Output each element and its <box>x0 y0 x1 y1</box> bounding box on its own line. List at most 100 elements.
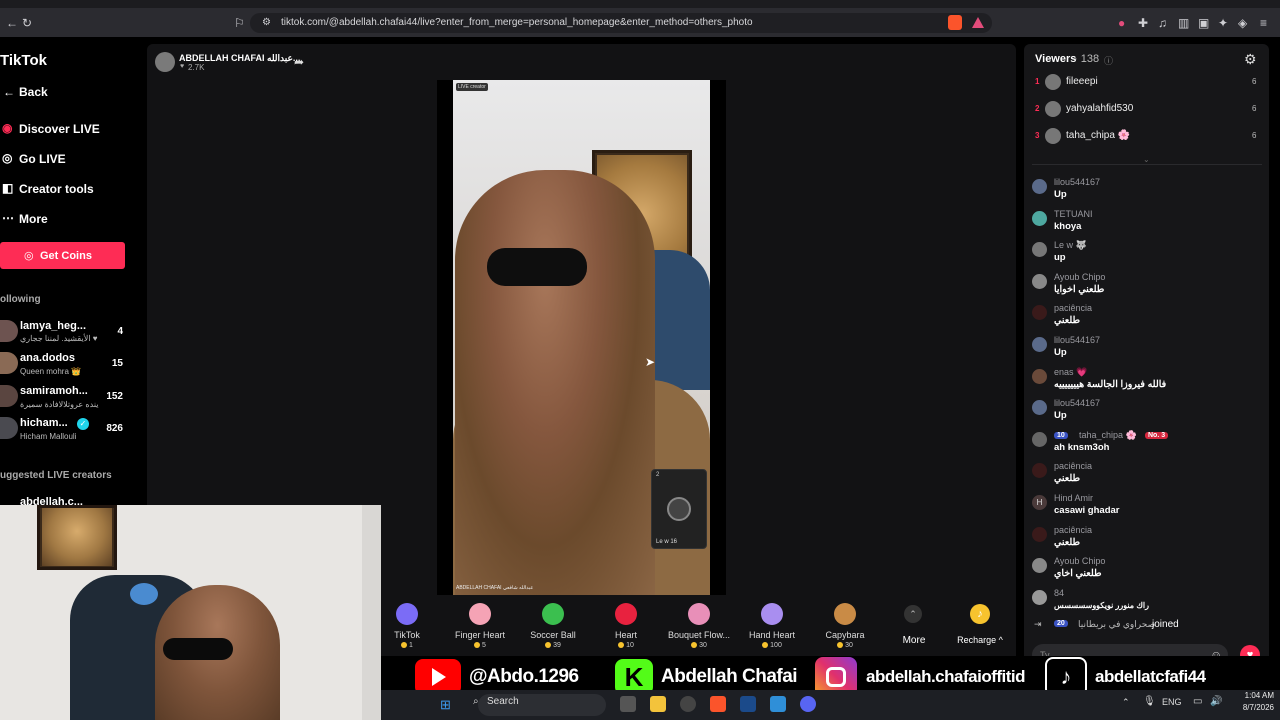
host-avatar[interactable] <box>155 52 175 72</box>
mic-icon[interactable]: 🎙 <box>1143 696 1156 707</box>
task-view-icon[interactable] <box>620 696 636 712</box>
rank-badge: No. 3 <box>1145 431 1169 439</box>
gift-name[interactable]: Heart <box>586 630 666 640</box>
chat-user[interactable]: 84 <box>1054 588 1064 598</box>
music-icon[interactable]: ♫ <box>1158 16 1167 30</box>
vpn-icon[interactable]: ◈ <box>1238 16 1247 30</box>
gift-icon[interactable] <box>688 603 710 625</box>
reload-icon[interactable]: ↻ <box>22 16 32 30</box>
browser-tabstrip <box>0 0 1280 8</box>
volume-icon[interactable]: 🔊 <box>1210 696 1222 707</box>
gift-icon[interactable] <box>834 603 856 625</box>
avatar[interactable] <box>1032 179 1047 194</box>
bookmark-icon[interactable]: ⚐ <box>234 16 245 30</box>
chat-user[interactable]: enas 💗 <box>1054 367 1087 378</box>
recharge-coin-icon[interactable]: ♪ <box>970 604 990 624</box>
chat-user[interactable]: taha_chipa 🌸 <box>1079 430 1137 441</box>
chat-user[interactable]: lilou544167 <box>1054 177 1100 187</box>
brave-rewards-icon[interactable] <box>972 17 984 28</box>
tray-chevron-icon[interactable]: ⌃ <box>1122 697 1130 708</box>
obs-icon[interactable] <box>680 696 696 712</box>
gear-icon[interactable]: ⚙ <box>1244 51 1257 68</box>
extension-icon[interactable]: ● <box>1118 16 1125 30</box>
avatar[interactable] <box>1032 431 1047 447</box>
file-explorer-icon[interactable] <box>650 696 666 712</box>
following-name[interactable]: hicham... <box>20 417 68 429</box>
chevron-down-icon[interactable]: ⌄ <box>1143 155 1150 164</box>
sidebar-back[interactable]: Back <box>19 85 48 99</box>
chevron-up-icon[interactable]: ⌃ <box>904 605 922 623</box>
sidebar-item-discover-live[interactable]: Discover LIVE <box>19 122 100 136</box>
viewer-name[interactable]: taha_chipa 🌸 <box>1066 130 1130 141</box>
gift-name[interactable]: Bouquet Flow... <box>659 630 739 640</box>
following-name[interactable]: ana.dodos <box>20 352 75 364</box>
chat-user[interactable]: paciência <box>1054 303 1092 313</box>
following-name[interactable]: samiramoh... <box>20 385 88 397</box>
chat-user[interactable]: Le w 🐺 <box>1054 240 1087 251</box>
following-name[interactable]: lamya_heg... <box>20 320 86 332</box>
menu-icon[interactable]: ≡ <box>1260 16 1267 30</box>
gift-name[interactable]: Finger Heart <box>440 630 520 640</box>
brave-shield-icon[interactable] <box>948 15 962 30</box>
gift-price-value: 30 <box>845 642 853 649</box>
sidebar-toggle-icon[interactable]: ▥ <box>1178 16 1189 30</box>
gift-name[interactable]: Hand Heart <box>732 630 812 640</box>
gift-icon[interactable] <box>542 603 564 625</box>
chat-message: طلعني اخوايا <box>1054 283 1105 295</box>
chat-message: khoya <box>1054 220 1082 232</box>
puzzle-icon[interactable]: ✚ <box>1138 16 1148 30</box>
chat-user[interactable]: paciência <box>1054 461 1092 471</box>
gift-more-button[interactable]: More <box>894 635 934 646</box>
chat-user[interactable]: TETUANI <box>1054 209 1093 219</box>
avatar[interactable] <box>1032 210 1047 226</box>
start-icon[interactable]: ⊞ <box>440 697 451 713</box>
clock-time[interactable]: 1:04 AM <box>1234 691 1274 700</box>
sparkle-icon[interactable]: ✦ <box>1218 16 1228 30</box>
wallet-icon[interactable]: ▣ <box>1198 16 1209 30</box>
gift-price: 5 <box>440 642 520 649</box>
back-arrow-icon[interactable]: ← <box>3 85 15 99</box>
sidebar-item-more[interactable]: More <box>19 212 48 226</box>
info-icon[interactable]: ⓘ <box>1104 54 1113 67</box>
viewer-name[interactable]: yahyalahfid530 <box>1066 103 1133 114</box>
chat-user[interactable]: Hind Amir <box>1054 493 1093 503</box>
avatar[interactable] <box>1045 101 1061 117</box>
share-icon[interactable]: ➦ <box>294 55 304 69</box>
gift-icon[interactable] <box>615 603 637 625</box>
steam-icon[interactable] <box>740 696 756 712</box>
viewer-name[interactable]: fileeepi <box>1066 76 1098 87</box>
gift-icon[interactable] <box>761 603 783 625</box>
gift-icon[interactable] <box>469 603 491 625</box>
avatar[interactable] <box>1032 337 1047 352</box>
gift-name[interactable]: Capybara <box>805 630 885 640</box>
clock-date[interactable]: 8/7/2026 <box>1234 703 1274 712</box>
back-arrow-icon[interactable]: ← <box>6 16 18 30</box>
language-indicator[interactable]: ENG <box>1162 697 1182 707</box>
avatar[interactable] <box>1032 368 1047 384</box>
tiktok-logo[interactable]: TikTok <box>0 52 47 69</box>
brave-icon[interactable] <box>710 696 726 712</box>
join-user[interactable]: صحراوي في بريطانيا <box>1078 619 1155 630</box>
chat-user[interactable]: Ayoub Chipo <box>1054 272 1105 282</box>
gift-name[interactable]: Soccer Ball <box>513 630 593 640</box>
recharge-button[interactable]: Recharge ^ <box>955 635 1005 645</box>
sidebar-item-go-live[interactable]: Go LIVE <box>19 152 66 166</box>
avatar[interactable] <box>1032 590 1047 605</box>
network-icon[interactable]: ▭ <box>1193 696 1202 707</box>
chat-user[interactable]: lilou544167 <box>1054 335 1100 345</box>
discord-icon[interactable] <box>800 696 816 712</box>
chat-user[interactable]: Ayoub Chipo <box>1054 556 1105 566</box>
avatar[interactable] <box>1032 526 1047 542</box>
gift-icon[interactable] <box>396 603 418 625</box>
url-text[interactable]: tiktok.com/@abdellah.chafai44/live?enter… <box>281 17 753 28</box>
chat-user[interactable]: paciência <box>1054 525 1092 535</box>
avatar[interactable] <box>1045 128 1061 144</box>
streamer-face <box>455 170 655 595</box>
avatar[interactable] <box>1045 74 1061 90</box>
avatar[interactable] <box>1032 273 1047 289</box>
app-icon[interactable] <box>770 696 786 712</box>
site-info-icon[interactable]: ⚙ <box>262 16 271 30</box>
avatar[interactable]: H <box>1032 495 1047 510</box>
sidebar-item-creator-tools[interactable]: Creator tools <box>19 182 94 196</box>
chat-user[interactable]: lilou544167 <box>1054 398 1100 408</box>
